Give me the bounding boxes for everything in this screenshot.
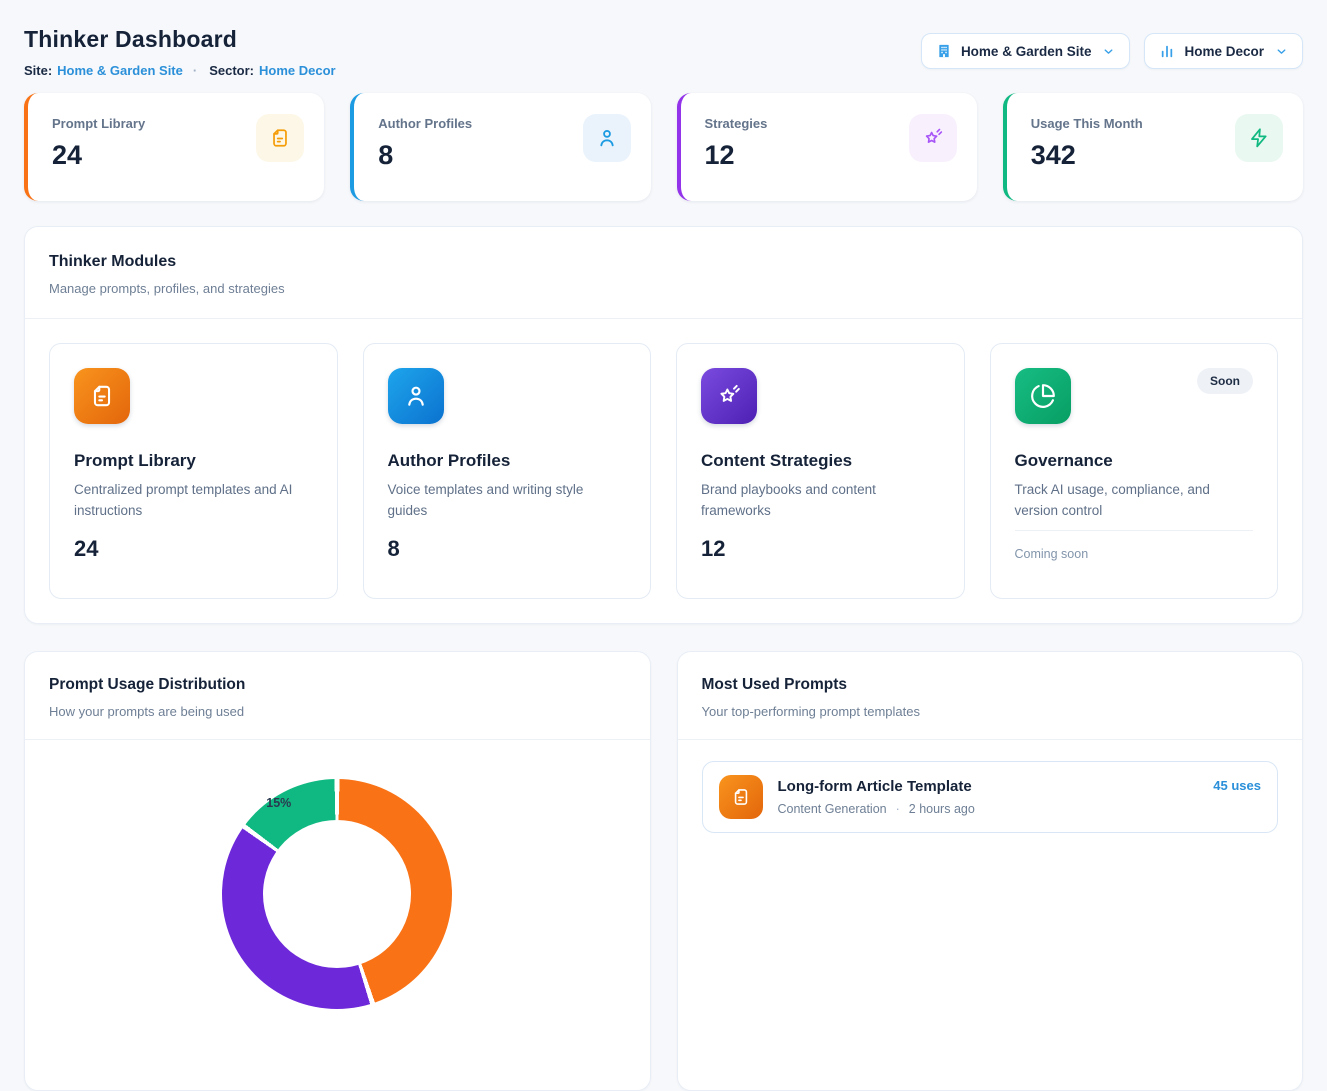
separator-dot: ·: [193, 63, 197, 78]
star-sparkle-icon: [701, 368, 757, 424]
building-icon: [936, 43, 952, 59]
star-sparkle-icon: [909, 114, 957, 162]
site-selector-dropdown[interactable]: Home & Garden Site: [921, 33, 1131, 69]
usage-card-subtitle: How your prompts are being used: [49, 704, 626, 719]
prompt-item-text: Long-form Article Template Content Gener…: [778, 778, 975, 816]
stats-row: Prompt Library 24 Author Profiles 8 Stra…: [24, 93, 1303, 201]
prompt-list-item[interactable]: Long-form Article Template Content Gener…: [702, 761, 1279, 833]
document-icon: [719, 775, 763, 819]
bottom-row: Prompt Usage Distribution How your promp…: [24, 651, 1303, 1091]
usage-card-title: Prompt Usage Distribution: [49, 676, 626, 694]
sector-link[interactable]: Home Decor: [259, 63, 336, 78]
modules-panel: Thinker Modules Manage prompts, profiles…: [24, 226, 1303, 624]
stat-card-author-profiles: Author Profiles 8: [350, 93, 650, 201]
prompt-item-title: Long-form Article Template: [778, 778, 975, 795]
dashboard-page: Thinker Dashboard Site: Home & Garden Si…: [0, 0, 1327, 1091]
breadcrumb: Site: Home & Garden Site · Sector: Home …: [24, 63, 336, 78]
modules-grid: Prompt Library Centralized prompt templa…: [25, 319, 1302, 623]
sector-selector-dropdown[interactable]: Home Decor: [1144, 33, 1303, 69]
usage-card-header: Prompt Usage Distribution How your promp…: [25, 652, 650, 739]
prompt-item-meta: Content Generation · 2 hours ago: [778, 802, 975, 816]
bar-chart-icon: [1159, 43, 1175, 59]
module-title: Governance: [1015, 451, 1254, 471]
modules-panel-subtitle: Manage prompts, profiles, and strategies: [49, 281, 1278, 296]
lightning-icon: [1235, 114, 1283, 162]
donut-chart: 15%: [222, 779, 452, 1009]
prompt-item-category: Content Generation: [778, 802, 887, 816]
stat-card-strategies: Strategies 12: [677, 93, 977, 201]
coming-soon-text: Coming soon: [1015, 547, 1254, 561]
document-icon: [256, 114, 304, 162]
header-titles: Thinker Dashboard Site: Home & Garden Si…: [24, 26, 336, 78]
module-title: Author Profiles: [388, 451, 627, 471]
module-count: 12: [701, 536, 725, 562]
module-card-prompt-library[interactable]: Prompt Library Centralized prompt templa…: [49, 343, 338, 599]
donut-segment-label: 15%: [266, 796, 291, 810]
module-description: Track AI usage, compliance, and version …: [1015, 480, 1254, 522]
module-description: Centralized prompt templates and AI inst…: [74, 480, 313, 522]
site-label: Site:: [24, 63, 52, 78]
usage-distribution-card: Prompt Usage Distribution How your promp…: [24, 651, 651, 1091]
user-icon: [388, 368, 444, 424]
separator-dot: ·: [896, 802, 900, 816]
site-selector-label: Home & Garden Site: [961, 44, 1092, 59]
module-footer: Coming soon: [1015, 530, 1254, 561]
module-description: Voice templates and writing style guides: [388, 480, 627, 522]
prompts-card-subtitle: Your top-performing prompt templates: [702, 704, 1279, 719]
chevron-down-icon: [1102, 45, 1115, 58]
stat-card-prompt-library: Prompt Library 24: [24, 93, 324, 201]
module-card-content-strategies[interactable]: Content Strategies Brand playbooks and c…: [676, 343, 965, 599]
document-icon: [74, 368, 130, 424]
module-count: 24: [74, 536, 98, 562]
module-title: Content Strategies: [701, 451, 940, 471]
prompts-card-header: Most Used Prompts Your top-performing pr…: [678, 652, 1303, 739]
module-card-author-profiles[interactable]: Author Profiles Voice templates and writ…: [363, 343, 652, 599]
governance-divider: [1015, 530, 1254, 531]
sector-label: Sector:: [209, 63, 254, 78]
prompt-item-time: 2 hours ago: [909, 802, 975, 816]
module-title: Prompt Library: [74, 451, 313, 471]
user-icon: [583, 114, 631, 162]
module-description: Brand playbooks and content frameworks: [701, 480, 940, 522]
module-card-governance[interactable]: Soon Governance Track AI usage, complian…: [990, 343, 1279, 599]
soon-badge: Soon: [1197, 368, 1253, 394]
donut-chart-area: 15%: [25, 740, 650, 1091]
pie-chart-icon: [1015, 368, 1071, 424]
sector-selector-label: Home Decor: [1184, 44, 1264, 59]
chevron-down-icon: [1275, 45, 1288, 58]
page-title: Thinker Dashboard: [24, 26, 336, 53]
modules-panel-header: Thinker Modules Manage prompts, profiles…: [25, 227, 1302, 318]
header-actions: Home & Garden Site Home Decor: [921, 33, 1303, 69]
stat-card-usage: Usage This Month 342: [1003, 93, 1303, 201]
prompt-list: Long-form Article Template Content Gener…: [678, 740, 1303, 854]
most-used-prompts-card: Most Used Prompts Your top-performing pr…: [677, 651, 1304, 1091]
module-count: 8: [388, 536, 400, 562]
site-link[interactable]: Home & Garden Site: [57, 63, 183, 78]
prompts-card-title: Most Used Prompts: [702, 676, 1279, 694]
header: Thinker Dashboard Site: Home & Garden Si…: [24, 26, 1303, 78]
prompt-item-uses: 45 uses: [1213, 778, 1261, 793]
modules-panel-title: Thinker Modules: [49, 253, 1278, 271]
